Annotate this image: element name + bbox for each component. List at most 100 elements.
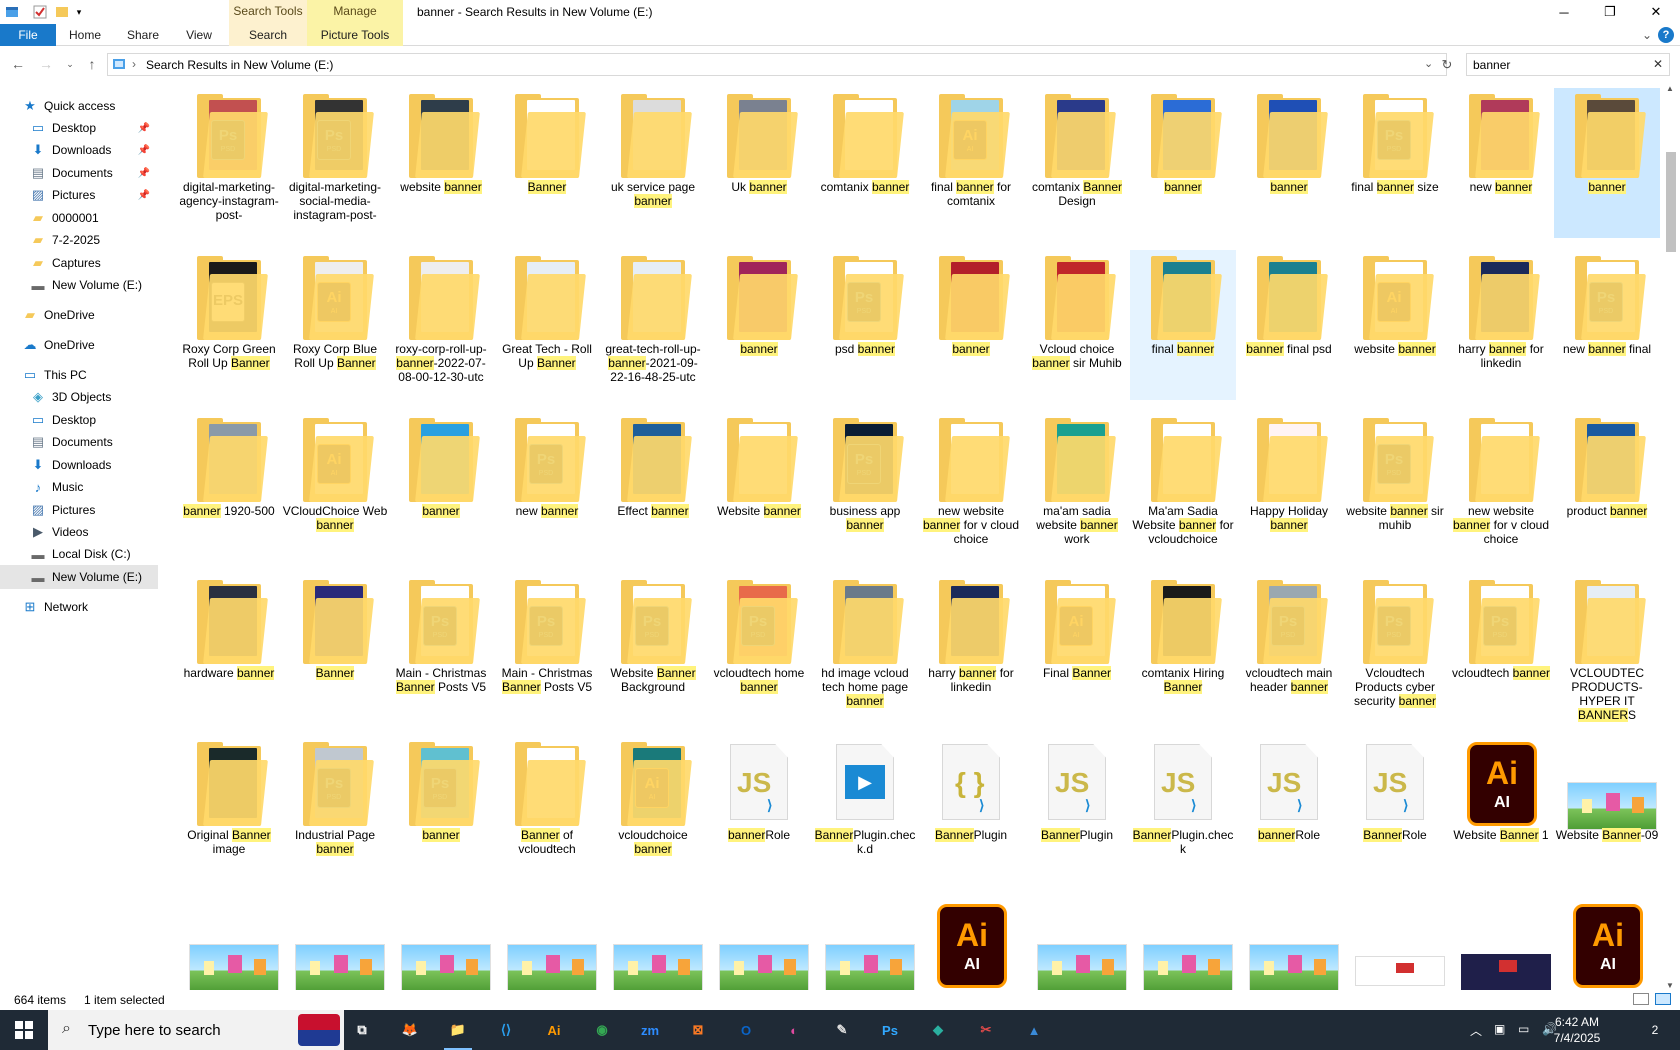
file-tile[interactable]: PsPSD new banner final: [1554, 250, 1660, 400]
nav-item-captures[interactable]: ▰ Captures: [0, 251, 158, 275]
file-tile[interactable]: [1236, 898, 1342, 990]
file-tile[interactable]: banner: [918, 250, 1024, 400]
file-tile[interactable]: hardware banner: [176, 574, 282, 724]
taskbar-vscode-icon[interactable]: ⟨⟩: [488, 1016, 524, 1044]
nav-item-new-volume-e[interactable]: ▬ New Volume (E:): [0, 273, 158, 297]
file-tile[interactable]: new banner: [1448, 88, 1554, 238]
up-button[interactable]: ↑: [82, 54, 102, 74]
file-tile[interactable]: roxy-corp-roll-up-banner-2022-07-08-00-1…: [388, 250, 494, 400]
file-tile[interactable]: banner: [1130, 88, 1236, 238]
network-status-icon[interactable]: ▭: [1518, 1022, 1529, 1036]
file-tile[interactable]: banner: [1236, 88, 1342, 238]
nav-item-downloads[interactable]: ⬇ Downloads: [0, 453, 158, 477]
file-tile[interactable]: [600, 898, 706, 990]
taskbar-pen-tool-icon[interactable]: ✎: [824, 1016, 860, 1044]
file-tile[interactable]: banner: [706, 250, 812, 400]
file-tile[interactable]: Uk banner: [706, 88, 812, 238]
file-tile[interactable]: Website banner: [706, 412, 812, 562]
taskbar-task-view-icon[interactable]: ⧉: [344, 1016, 380, 1044]
file-tile[interactable]: website banner: [388, 88, 494, 238]
file-tile[interactable]: [706, 898, 812, 990]
nav-item-downloads[interactable]: ⬇ Downloads 📌: [0, 138, 158, 162]
file-tile[interactable]: new website banner for v cloud choice: [918, 412, 1024, 562]
taskbar-photos-icon[interactable]: ◐: [776, 1016, 812, 1044]
file-tile[interactable]: PsPSD new banner: [494, 412, 600, 562]
file-tile[interactable]: JS ⟩ BannerPlugin: [1024, 736, 1130, 886]
show-hidden-icons[interactable]: ︿: [1470, 1022, 1482, 1039]
file-tile[interactable]: EPSRoxy Corp Green Roll Up Banner: [176, 250, 282, 400]
file-tile[interactable]: PsPSD vcloudtech banner: [1448, 574, 1554, 724]
file-tile[interactable]: uk service page banner: [600, 88, 706, 238]
file-tile[interactable]: AiAIVCloudChoice Web banner: [282, 412, 388, 562]
file-tile[interactable]: comtanix Hiring Banner: [1130, 574, 1236, 724]
nav-item-local-disk-c[interactable]: ▬ Local Disk (C:): [0, 542, 158, 566]
taskbar-xampp-icon[interactable]: ⊠: [680, 1016, 716, 1044]
file-tile[interactable]: AiAIRoxy Corp Blue Roll Up Banner: [282, 250, 388, 400]
new-folder-icon[interactable]: [54, 4, 70, 20]
file-tile[interactable]: PsPSDdigital-marketing-social-media-inst…: [282, 88, 388, 238]
file-tile[interactable]: PsPSDdigital-marketing-agency-instagram-…: [176, 88, 282, 238]
file-tile[interactable]: Ai AI: [1554, 898, 1660, 990]
tab-file[interactable]: File: [0, 24, 56, 46]
file-tile[interactable]: PsPSD final banner size: [1342, 88, 1448, 238]
back-button[interactable]: ←: [8, 54, 28, 74]
remote-icon[interactable]: ▣: [1494, 1022, 1505, 1036]
collapse-ribbon-icon[interactable]: ⌄: [1640, 24, 1654, 46]
nav-item-music[interactable]: ♪ Music: [0, 475, 158, 499]
scrollbar-thumb[interactable]: [1666, 152, 1676, 252]
taskbar-chrome-icon[interactable]: ◉: [584, 1016, 620, 1044]
refresh-icon[interactable]: ↻: [1437, 56, 1457, 74]
scroll-down-icon[interactable]: ▼: [1666, 981, 1674, 990]
file-tile[interactable]: PsPSD psd banner: [812, 250, 918, 400]
file-tile[interactable]: hd image vcloud tech home page banner: [812, 574, 918, 724]
file-tile[interactable]: Ma'am Sadia Website banner for vcloudcho…: [1130, 412, 1236, 562]
file-tile[interactable]: Banner: [494, 88, 600, 238]
tab-search[interactable]: Search: [229, 24, 307, 46]
file-tile[interactable]: Ai AI Website Banner 1: [1448, 736, 1554, 886]
nav-item-pictures[interactable]: ▨ Pictures: [0, 498, 158, 522]
tab-share[interactable]: Share: [122, 24, 164, 46]
help-icon[interactable]: ?: [1658, 27, 1674, 43]
file-tile[interactable]: AiAI Final Banner: [1024, 574, 1130, 724]
nav-item-0000001[interactable]: ▰ 0000001: [0, 206, 158, 230]
file-tile[interactable]: ma'am sadia website banner work: [1024, 412, 1130, 562]
recent-locations-icon[interactable]: ⌄: [60, 54, 80, 74]
file-tile[interactable]: great-tech-roll-up-banner-2021-09-22-16-…: [600, 250, 706, 400]
nav-item-desktop[interactable]: ▭ Desktop: [0, 408, 158, 432]
file-tile[interactable]: AiAIvcloudchoice banner: [600, 736, 706, 886]
taskbar-outlook-icon[interactable]: O: [728, 1016, 764, 1044]
start-button[interactable]: [0, 1010, 48, 1050]
file-tile[interactable]: Great Tech - Roll Up Banner: [494, 250, 600, 400]
file-tile[interactable]: Ai AI: [918, 898, 1024, 990]
file-tile[interactable]: [176, 898, 282, 990]
nav-item-3d-objects[interactable]: ◈ 3D Objects: [0, 385, 158, 409]
file-tile[interactable]: [388, 898, 494, 990]
search-box[interactable]: banner ✕: [1466, 53, 1670, 76]
nav-item-onedrive[interactable]: ▰ OneDrive: [0, 303, 158, 327]
file-tile[interactable]: Effect banner: [600, 412, 706, 562]
file-tile[interactable]: [494, 898, 600, 990]
file-tile[interactable]: product banner: [1554, 412, 1660, 562]
file-tile[interactable]: JS ⟩ bannerRole: [706, 736, 812, 886]
notifications-icon[interactable]: 2: [1640, 1018, 1670, 1042]
file-tile[interactable]: new website banner for v cloud choice: [1448, 412, 1554, 562]
nav-item-network[interactable]: ⊞ Network: [0, 595, 158, 619]
qat-dropdown-icon[interactable]: ▾: [72, 4, 86, 20]
file-tile[interactable]: banner: [1554, 88, 1660, 238]
forward-button[interactable]: →: [36, 54, 56, 74]
minimize-button[interactable]: ─: [1541, 0, 1587, 24]
file-tile[interactable]: PsPSDVcloudtech Products cyber security …: [1342, 574, 1448, 724]
taskbar-zoom-icon[interactable]: zm: [632, 1016, 668, 1044]
taskbar-illustrator-icon[interactable]: Ai: [536, 1016, 572, 1044]
file-tile[interactable]: Vcloud choice banner sir Muhib: [1024, 250, 1130, 400]
taskbar-app-green-icon[interactable]: ◆: [920, 1016, 956, 1044]
file-tile[interactable]: { } ⟩ BannerPlugin: [918, 736, 1024, 886]
address-bar[interactable]: › Search Results in New Volume (E:) ⌄: [107, 53, 1447, 76]
file-tile[interactable]: harry banner for linkedin: [918, 574, 1024, 724]
large-icons-view-icon[interactable]: [1655, 993, 1671, 1005]
nav-item-desktop[interactable]: ▭ Desktop 📌: [0, 116, 158, 140]
scroll-up-icon[interactable]: ▲: [1666, 84, 1674, 93]
nav-item-documents[interactable]: ▤ Documents 📌: [0, 161, 158, 185]
file-tile[interactable]: PsPSDwebsite banner sir muhib: [1342, 412, 1448, 562]
properties-icon[interactable]: [32, 4, 48, 20]
